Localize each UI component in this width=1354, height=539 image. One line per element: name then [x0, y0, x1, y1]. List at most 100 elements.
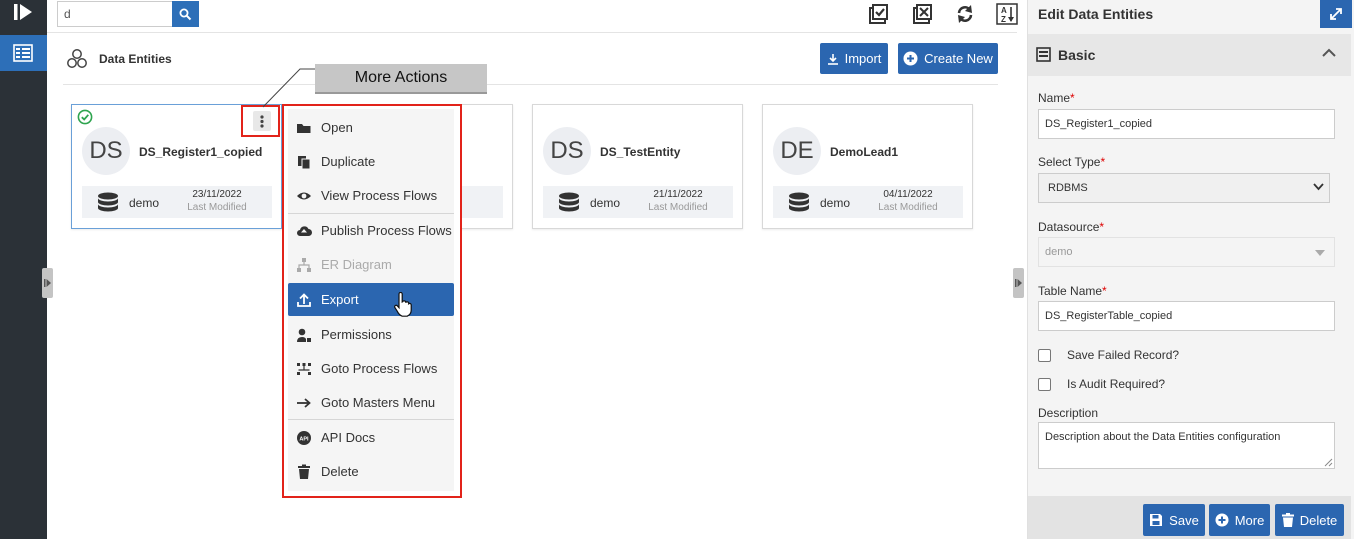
menu-item-delete[interactable]: Delete	[288, 455, 454, 488]
datasource-label: Datasource*	[1038, 220, 1105, 234]
search-input[interactable]	[57, 1, 172, 27]
user-lock-icon	[297, 328, 311, 342]
description-label: Description	[1038, 406, 1099, 420]
expand-arrow-icon	[44, 279, 51, 287]
menu-item-label: Permissions	[321, 327, 392, 342]
menu-divider	[288, 419, 454, 420]
menu-item-label: Goto Process Flows	[321, 361, 438, 376]
trash-icon	[1281, 513, 1294, 527]
create-new-label: Create New	[924, 51, 993, 66]
menu-item-label: API Docs	[321, 430, 376, 445]
menu-item-label: Export	[321, 292, 359, 307]
data-entities-icon	[67, 49, 87, 68]
cloud-upload-icon	[297, 225, 312, 236]
more-label: More	[1234, 512, 1265, 528]
kebab-icon	[260, 115, 264, 128]
entity-card[interactable]: DE DemoLead1 demo 04/11/2022 Last Modifi…	[762, 104, 973, 229]
copy-icon	[298, 155, 311, 169]
search-button[interactable]	[172, 1, 199, 27]
menu-item-label: Publish Process Flows	[321, 223, 452, 238]
expand-rail-icon[interactable]	[12, 3, 34, 21]
menu-item-api-docs[interactable]: API API Docs	[288, 421, 454, 454]
card-avatar: DS	[543, 127, 591, 175]
svg-text:API: API	[299, 436, 309, 442]
api-icon: API	[297, 430, 311, 445]
save-button[interactable]: Save	[1143, 504, 1205, 536]
arrow-right-icon	[297, 397, 311, 408]
nav-item-data-entities[interactable]	[0, 35, 47, 71]
datasource-value: demo	[1045, 246, 1073, 258]
card-modified-label: Last Modified	[187, 202, 247, 213]
maximize-icon	[1330, 8, 1342, 20]
menu-item-label: Duplicate	[321, 154, 376, 169]
menu-item-label: ER Diagram	[321, 257, 392, 272]
hand-cursor-icon	[394, 292, 412, 317]
selected-check-icon	[77, 109, 93, 125]
save-failed-checkbox[interactable]	[1038, 349, 1051, 362]
type-select[interactable]: RDBMS	[1038, 173, 1330, 203]
import-button[interactable]: Import	[820, 43, 888, 74]
more-actions-callout: More Actions	[315, 64, 487, 94]
expand-arrow-icon	[1015, 279, 1022, 287]
search-icon	[179, 8, 192, 21]
more-actions-highlight	[241, 105, 280, 137]
toolbar-divider	[47, 32, 1017, 33]
section-label: Basic	[1058, 47, 1096, 63]
left-rail	[0, 0, 47, 539]
chevron-up-icon[interactable]	[1322, 48, 1336, 58]
card-datasource: demo	[820, 196, 851, 210]
deselect-all-icon[interactable]	[911, 3, 933, 25]
menu-item-label: Goto Masters Menu	[321, 395, 436, 410]
card-footer: demo 21/11/2022 Last Modified	[543, 186, 733, 218]
create-new-button[interactable]: Create New	[898, 43, 998, 74]
card-date: 21/11/2022	[653, 189, 703, 200]
select-all-icon[interactable]	[867, 3, 889, 25]
workflow-icon	[297, 362, 311, 375]
menu-item-label: View Process Flows	[321, 188, 438, 203]
callout-leader-line	[262, 68, 318, 108]
menu-item-view-process-flows[interactable]: View Process Flows	[288, 179, 454, 212]
menu-item-open[interactable]: Open	[288, 111, 454, 144]
card-name: DemoLead1	[830, 145, 899, 159]
description-textarea[interactable]: Description about the Data Entities conf…	[1038, 422, 1335, 469]
card-modified-label: Last Modified	[648, 202, 708, 213]
eye-icon	[297, 192, 311, 199]
table-name-label: Table Name*	[1038, 284, 1107, 298]
menu-item-permissions[interactable]: Permissions	[288, 318, 454, 351]
right-collapse-handle[interactable]	[1013, 268, 1024, 298]
card-avatar: DS	[82, 127, 130, 175]
sort-az-icon[interactable]: A Z	[996, 3, 1018, 25]
resize-grip-icon[interactable]	[1324, 458, 1333, 467]
table-name-input[interactable]: DS_RegisterTable_copied	[1038, 301, 1335, 331]
menu-item-goto-masters-menu[interactable]: Goto Masters Menu	[288, 386, 454, 419]
entity-card[interactable]: DS DS_TestEntity demo 21/11/2022 Last Mo…	[532, 104, 743, 229]
name-label: Name*	[1038, 91, 1075, 105]
card-date: 23/11/2022	[192, 189, 242, 200]
menu-item-export[interactable]: Export	[288, 283, 454, 316]
name-input[interactable]: DS_Register1_copied	[1038, 109, 1335, 139]
card-avatar: DE	[773, 127, 821, 175]
card-datasource: demo	[129, 196, 160, 210]
delete-label: Delete	[1299, 512, 1338, 528]
trash-icon	[298, 464, 310, 479]
page-title: Data Entities	[99, 52, 172, 66]
type-label: Select Type*	[1038, 155, 1106, 169]
delete-button[interactable]: Delete	[1275, 504, 1344, 536]
form-icon	[1036, 47, 1051, 62]
menu-item-goto-process-flows[interactable]: Goto Process Flows	[288, 352, 454, 385]
panel-title: Edit Data Entities	[1038, 6, 1154, 22]
left-collapse-handle[interactable]	[42, 268, 53, 298]
more-button[interactable]: More	[1209, 504, 1270, 536]
audit-required-checkbox[interactable]	[1038, 378, 1051, 391]
database-icon	[98, 192, 118, 212]
more-actions-button[interactable]	[253, 111, 271, 131]
menu-item-publish-process-flows[interactable]: Publish Process Flows	[288, 214, 454, 247]
chevron-down-icon	[1313, 183, 1324, 191]
refresh-icon[interactable]	[954, 3, 976, 25]
expand-panel-button[interactable]	[1320, 0, 1352, 28]
sitemap-icon	[297, 257, 311, 272]
audit-required-label: Is Audit Required?	[1067, 377, 1166, 391]
menu-item-duplicate[interactable]: Duplicate	[288, 145, 454, 178]
save-label: Save	[1169, 512, 1199, 528]
menu-item-label: Open	[321, 120, 353, 135]
